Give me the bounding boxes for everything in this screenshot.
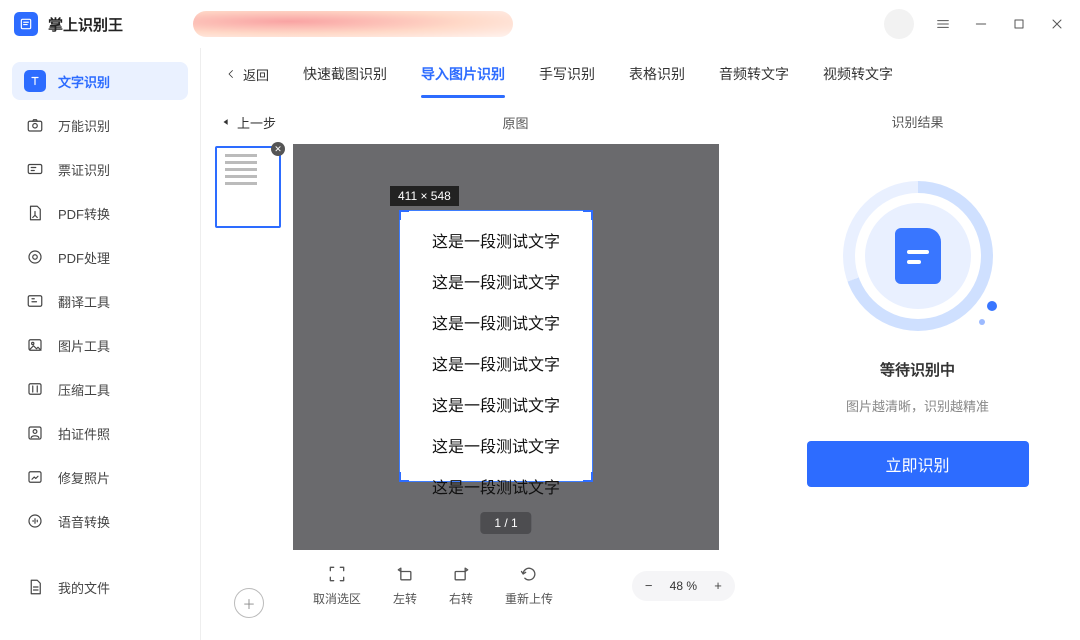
person-icon — [26, 424, 44, 442]
thumbnail[interactable]: ✕ — [215, 146, 281, 228]
sidebar-item-image-tools[interactable]: 图片工具 — [12, 326, 188, 364]
user-avatar[interactable] — [884, 9, 914, 39]
sidebar-item-label: 拍证件照 — [58, 424, 110, 443]
page-indicator: 1 / 1 — [480, 512, 531, 534]
sidebar-item-label: PDF转换 — [58, 204, 110, 223]
image-icon — [26, 336, 44, 354]
tab-import-image[interactable]: 导入图片识别 — [421, 50, 505, 98]
sidebar-item-label: 语音转换 — [58, 512, 110, 531]
tabs-bar: 返回 快速截图识别 导入图片识别 手写识别 表格识别 音频转文字 视频转文字 — [201, 48, 1080, 100]
sidebar-item-ticket[interactable]: 票证识别 — [12, 150, 188, 188]
restore-icon — [26, 468, 44, 486]
waiting-hint: 图片越清晰，识别越精准 — [846, 396, 989, 415]
ticket-icon — [26, 160, 44, 178]
thumbnail-close-icon[interactable]: ✕ — [271, 142, 285, 156]
dimensions-badge: 411 × 548 — [390, 186, 459, 206]
sidebar-item-restore[interactable]: 修复照片 — [12, 458, 188, 496]
image-canvas[interactable]: 411 × 548 这是一段测试文字 这是一段测试文字 这是一段测试文字 这是一… — [293, 144, 719, 550]
compress-icon — [26, 380, 44, 398]
tool-label: 右转 — [449, 590, 473, 607]
original-label: 原图 — [276, 113, 755, 132]
tool-label: 重新上传 — [505, 590, 553, 607]
app-logo — [14, 12, 38, 36]
close-button[interactable] — [1048, 15, 1066, 33]
recognize-button[interactable]: 立即识别 — [807, 441, 1029, 487]
test-line: 这是一段测试文字 — [400, 392, 592, 416]
tool-deselect[interactable]: 取消选区 — [313, 564, 361, 607]
translate-icon — [26, 292, 44, 310]
sidebar-item-label: 修复照片 — [58, 468, 110, 487]
add-image-button[interactable]: ＋ — [234, 588, 264, 618]
tab-screenshot[interactable]: 快速截图识别 — [303, 50, 387, 98]
voice-icon — [26, 512, 44, 530]
zoom-value: 48 % — [670, 579, 697, 593]
waiting-icon — [843, 181, 993, 331]
app-title: 掌上识别王 — [48, 14, 123, 35]
pdf-process-icon — [26, 248, 44, 266]
test-line: 这是一段测试文字 — [400, 269, 592, 293]
sidebar-item-universal[interactable]: 万能识别 — [12, 106, 188, 144]
sidebar-item-label: PDF处理 — [58, 248, 110, 267]
sidebar-item-label: 万能识别 — [58, 116, 110, 135]
promo-banner[interactable] — [193, 11, 513, 37]
sidebar-item-label: 文字识别 — [58, 72, 110, 91]
prev-step-button[interactable]: 上一步 — [221, 113, 276, 132]
chevron-left-icon — [225, 68, 237, 80]
sidebar-item-compress[interactable]: 压缩工具 — [12, 370, 188, 408]
back-button[interactable]: 返回 — [225, 65, 269, 84]
test-line: 这是一段测试文字 — [400, 310, 592, 334]
rotate-left-icon — [395, 564, 415, 584]
sidebar-item-voice[interactable]: 语音转换 — [12, 502, 188, 540]
deselect-icon — [327, 564, 347, 584]
tool-label: 取消选区 — [313, 590, 361, 607]
tool-rotate-left[interactable]: 左转 — [393, 564, 417, 607]
sidebar-item-label: 图片工具 — [58, 336, 110, 355]
tool-reupload[interactable]: 重新上传 — [505, 564, 553, 607]
menu-icon[interactable] — [934, 15, 952, 33]
text-ocr-icon — [24, 70, 46, 92]
sidebar: 文字识别 万能识别 票证识别 PDF转换 PDF处理 翻译工具 图片工具 压缩 — [0, 48, 200, 640]
tool-rotate-right[interactable]: 右转 — [449, 564, 473, 607]
tab-video[interactable]: 视频转文字 — [823, 50, 893, 98]
sidebar-item-text-ocr[interactable]: 文字识别 — [12, 62, 188, 100]
sidebar-item-label: 我的文件 — [58, 578, 110, 597]
sidebar-item-idphoto[interactable]: 拍证件照 — [12, 414, 188, 452]
sidebar-item-myfiles[interactable]: 我的文件 — [12, 568, 188, 606]
test-line: 这是一段测试文字 — [400, 228, 592, 252]
pdf-convert-icon — [26, 204, 44, 222]
sidebar-item-pdf-process[interactable]: PDF处理 — [12, 238, 188, 276]
tab-handwriting[interactable]: 手写识别 — [539, 50, 595, 98]
sidebar-item-label: 压缩工具 — [58, 380, 110, 399]
triangle-left-icon — [221, 117, 231, 127]
tool-label: 左转 — [393, 590, 417, 607]
selection-box[interactable]: 这是一段测试文字 这是一段测试文字 这是一段测试文字 这是一段测试文字 这是一段… — [399, 210, 593, 482]
test-line: 这是一段测试文字 — [400, 351, 592, 375]
maximize-button[interactable] — [1010, 15, 1028, 33]
tab-table[interactable]: 表格识别 — [629, 50, 685, 98]
test-line: 这是一段测试文字 — [400, 474, 592, 498]
zoom-in-button[interactable]: + — [707, 575, 729, 597]
rotate-right-icon — [451, 564, 471, 584]
minimize-button[interactable] — [972, 15, 990, 33]
sidebar-item-label: 票证识别 — [58, 160, 110, 179]
file-icon — [26, 578, 44, 596]
sidebar-item-pdf-convert[interactable]: PDF转换 — [12, 194, 188, 232]
waiting-text: 等待识别中 — [880, 359, 955, 380]
back-label: 返回 — [243, 65, 269, 84]
reupload-icon — [519, 564, 539, 584]
camera-icon — [26, 116, 44, 134]
sidebar-item-translate[interactable]: 翻译工具 — [12, 282, 188, 320]
zoom-control: − 48 % + — [632, 571, 735, 601]
prev-step-label: 上一步 — [237, 113, 276, 132]
sidebar-item-label: 翻译工具 — [58, 292, 110, 311]
result-title: 识别结果 — [891, 112, 943, 131]
test-line: 这是一段测试文字 — [400, 433, 592, 457]
zoom-out-button[interactable]: − — [638, 575, 660, 597]
tab-audio[interactable]: 音频转文字 — [719, 50, 789, 98]
